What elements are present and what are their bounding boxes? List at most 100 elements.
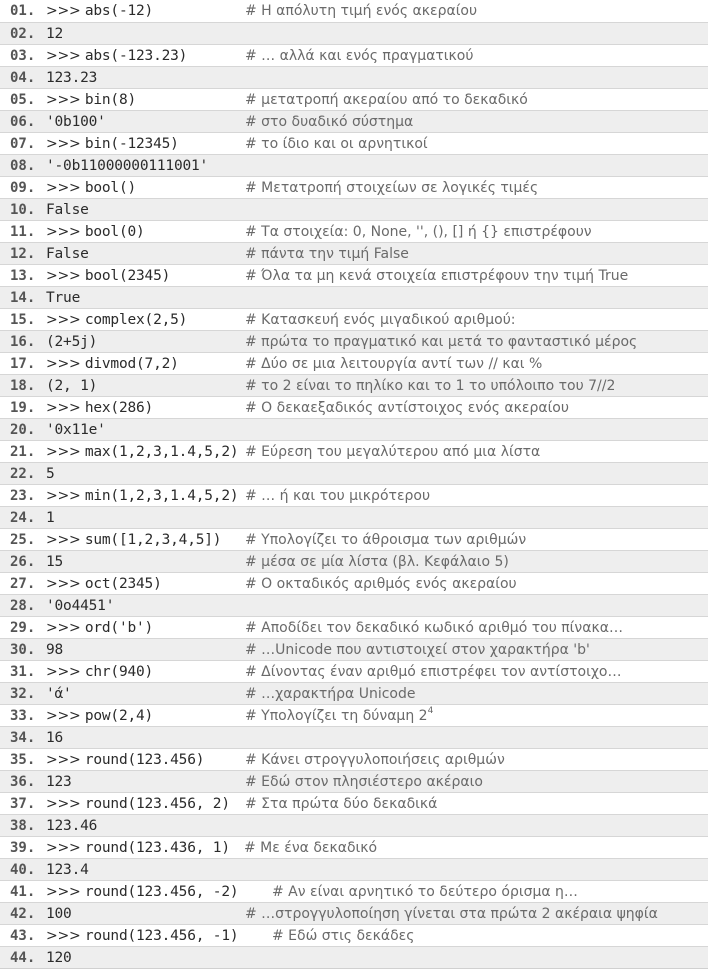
- code-line: 21. >>> max(1,2,3,1.4,5,2) # Εύρεση του με…: [0, 440, 708, 462]
- prompt-marker: >>>: [46, 92, 85, 108]
- exponent: 4: [427, 706, 434, 717]
- code-line: 20. '0x11e': [0, 418, 708, 440]
- code-output: 123.23: [46, 67, 97, 88]
- code-output: 'ά': [46, 683, 72, 704]
- line-number: 22.: [10, 466, 36, 482]
- code-text: chr(940): [84, 664, 154, 680]
- code-line: 39. >>> round(123.436, 1) # Με ένα δεκαδικ…: [0, 836, 708, 858]
- line-number: 20.: [10, 422, 36, 438]
- code-input: >>> bool(2345): [46, 265, 170, 286]
- code-input: >>> bin(8): [46, 89, 136, 110]
- code-comment: # Υπολογίζει το άθροισμα των αριθμών: [245, 532, 527, 548]
- code-comment: # Ο οκταδικός αριθμός ενός ακεραίου: [245, 576, 517, 592]
- code-comment: # Κατασκευή ενός μιγαδικού αριθμού:: [245, 312, 516, 328]
- code-comment: # Η απόλυτη τιμή ενός ακεραίου: [245, 3, 478, 19]
- line-number: 39.: [10, 840, 36, 856]
- code-text: 123: [46, 774, 72, 790]
- code-input: >>> chr(940): [46, 661, 153, 682]
- line-number: 17.: [10, 356, 36, 372]
- code-comment: # πάντα την τιμή False: [245, 246, 409, 262]
- line-number: 33.: [10, 708, 36, 724]
- code-line: 22. 5: [0, 462, 708, 484]
- code-input: >>> max(1,2,3,1.4,5,2): [46, 441, 239, 462]
- code-line: 32. 'ά' # …χαρακτήρα Unicode: [0, 682, 708, 704]
- code-line: 36. 123 # Εδώ στον πλησιέστερο ακέραιο: [0, 770, 708, 792]
- line-number: 41.: [10, 884, 36, 900]
- code-comment: # … ή και του μικρότερου: [245, 488, 431, 504]
- code-line: 02. 12: [0, 22, 708, 44]
- code-line: 30. 98 # …Unicode που αντιστοιχεί στον χαρ…: [0, 638, 708, 660]
- code-comment: # Υπολογίζει τη δύναμη 24: [245, 706, 434, 724]
- code-text: '-0b11000000111001': [46, 158, 209, 174]
- code-line: 17. >>> divmod(7,2) # Δύο σε μια λειτουργί…: [0, 352, 708, 374]
- code-comment: # Μετατροπή στοιχείων σε λογικές τιμές: [245, 180, 539, 196]
- code-text: False: [46, 246, 89, 262]
- line-number: 29.: [10, 620, 36, 636]
- code-comment: # …Unicode που αντιστοιχεί στον χαρακτήρ…: [245, 642, 590, 658]
- code-text: True: [46, 290, 81, 306]
- code-text: abs(-123.23): [84, 48, 188, 64]
- code-line: 07. >>> bin(-12345) # το ίδιο και οι αρνητ…: [0, 132, 708, 154]
- code-text: round(123.456, -1): [84, 928, 239, 944]
- code-line: 05. >>> bin(8) # μετατροπή ακεραίου από το…: [0, 88, 708, 110]
- code-line: 03. >>> abs(-123.23) # … αλλά και ενός πρα…: [0, 44, 708, 66]
- code-line: 38. 123.46: [0, 814, 708, 836]
- code-line: 44. 120: [0, 946, 708, 968]
- code-line: 41. >>> round(123.456, -2) # Αν είναι αρνη…: [0, 880, 708, 902]
- line-number: 28.: [10, 598, 36, 614]
- code-input: >>> abs(-12): [46, 0, 153, 22]
- code-output: 123.46: [46, 815, 97, 836]
- code-text: '0x11e': [46, 422, 106, 438]
- code-comment: # Κάνει στρογγυλοποιήσεις αριθμών: [245, 752, 505, 768]
- code-input: >>> min(1,2,3,1.4,5,2): [46, 485, 239, 506]
- code-comment: # το ίδιο και οι αρνητικοί: [245, 136, 428, 152]
- code-comment: # Δύο σε μια λειτουργία αντί των // και …: [245, 356, 543, 372]
- prompt-marker: >>>: [46, 532, 85, 548]
- prompt-marker: >>>: [46, 444, 85, 460]
- line-number: 14.: [10, 290, 36, 306]
- code-line: 33. >>> pow(2,4) # Υπολογίζει τη δύναμη 24: [0, 704, 708, 726]
- code-input: >>> bool(): [46, 177, 136, 198]
- line-number: 21.: [10, 444, 36, 460]
- code-line: 31. >>> chr(940) # Δίνοντας έναν αριθμό επ…: [0, 660, 708, 682]
- code-line: 01. >>> abs(-12) # Η απόλυτη τιμή ενός ακε…: [0, 0, 708, 22]
- code-line: 43. >>> round(123.456, -1) # Εδώ στις δεκά…: [0, 924, 708, 946]
- prompt-marker: >>>: [46, 356, 85, 372]
- line-number: 38.: [10, 818, 36, 834]
- code-text: (2, 1): [46, 378, 98, 394]
- line-number: 32.: [10, 686, 36, 702]
- code-line: 35. >>> round(123.456) # Κάνει στρογγυλοπο…: [0, 748, 708, 770]
- line-number: 27.: [10, 576, 36, 592]
- code-output: (2+5j): [46, 331, 97, 352]
- code-output: 5: [46, 463, 55, 484]
- code-line: 34. 16: [0, 726, 708, 748]
- line-number: 24.: [10, 510, 36, 526]
- prompt-marker: >>>: [46, 268, 85, 284]
- prompt-marker: >>>: [46, 136, 85, 152]
- code-line: 08. '-0b11000000111001': [0, 154, 708, 176]
- code-output: '0o4451': [46, 595, 114, 616]
- code-comment: # Εύρεση του μεγαλύτερου από μια λίστα: [245, 444, 541, 460]
- code-text: divmod(7,2): [84, 356, 179, 372]
- code-comment: # Τα στοιχεία: 0, None, '', (), [] ή {} …: [245, 224, 592, 240]
- line-number: 13.: [10, 268, 36, 284]
- line-number: 02.: [10, 26, 36, 42]
- code-input: >>> bin(-12345): [46, 133, 179, 154]
- code-output: 123.4: [46, 859, 89, 880]
- code-line: 26. 15 # μέσα σε μία λίστα (βλ. Κεφάλαιο 5…: [0, 550, 708, 572]
- code-input: >>> round(123.456, 2): [46, 793, 230, 814]
- code-text: 98: [46, 642, 64, 658]
- code-output: 16: [46, 727, 63, 748]
- code-text: 5: [46, 466, 55, 482]
- line-number: 37.: [10, 796, 36, 812]
- prompt-marker: >>>: [46, 664, 85, 680]
- code-text: '0b100': [46, 114, 106, 130]
- code-input: >>> sum([1,2,3,4,5]): [46, 529, 222, 550]
- prompt-marker: >>>: [46, 48, 85, 64]
- code-text: complex(2,5): [84, 312, 188, 328]
- code-line: 27. >>> oct(2345) # Ο οκταδικός αριθμός εν…: [0, 572, 708, 594]
- code-comment: # το 2 είναι το πηλίκο και το 1 το υπόλο…: [245, 378, 616, 394]
- code-comment: # Με ένα δεκαδικό: [244, 840, 378, 856]
- code-input: >>> abs(-123.23): [46, 45, 187, 66]
- code-comment: # …χαρακτήρα Unicode: [245, 686, 416, 702]
